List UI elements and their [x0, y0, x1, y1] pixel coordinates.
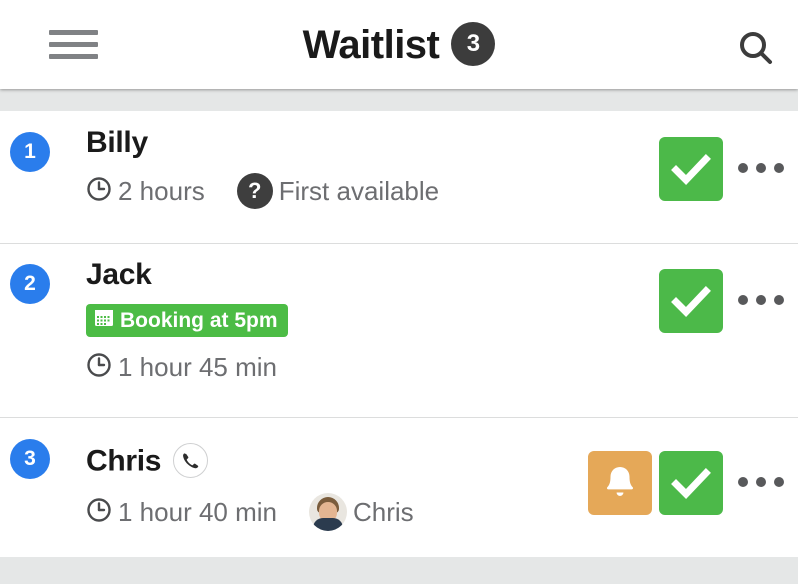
- phone-icon[interactable]: [173, 443, 209, 478]
- clock-icon: [86, 497, 112, 527]
- check-icon: [671, 468, 711, 500]
- rank-badge: 1: [10, 132, 50, 172]
- table-row[interactable]: 2 Jack Booking at 5pm 1 hour 45 min: [0, 244, 798, 418]
- guest-name: Billy: [86, 126, 148, 159]
- rank-badge: 3: [10, 439, 50, 479]
- question-mark-icon: ?: [236, 173, 273, 209]
- check-button[interactable]: [659, 137, 723, 201]
- booking-badge-text: Booking at 5pm: [120, 308, 278, 332]
- assignee-item: Chris: [308, 493, 414, 531]
- wait-time-text: 2 hours: [118, 176, 205, 206]
- phone-glyph: [183, 453, 199, 469]
- check-button[interactable]: [659, 451, 723, 515]
- check-icon: [671, 286, 711, 318]
- page-title: Waitlist: [302, 23, 440, 67]
- row-content: Billy 2 hours ? First available: [86, 128, 439, 209]
- dot: [738, 163, 748, 173]
- check-button[interactable]: [659, 269, 723, 333]
- guest-name: Chris: [86, 444, 162, 478]
- name-line: Billy: [86, 128, 439, 158]
- calendar-icon: [94, 307, 114, 331]
- table-row[interactable]: 3 Chris 1 hour 40 min Chris: [0, 418, 798, 557]
- clock-icon: [86, 352, 112, 382]
- dot: [774, 295, 784, 305]
- row-content: Jack Booking at 5pm 1 hour 45 min: [86, 260, 288, 382]
- waitlist-count-badge: 3: [451, 21, 496, 66]
- app-header: Waitlist 3: [0, 0, 798, 89]
- preference-text: First available: [278, 176, 440, 206]
- dot: [774, 477, 784, 487]
- more-options-icon[interactable]: [738, 163, 784, 173]
- clock-icon: [86, 176, 112, 206]
- footer-strip: [0, 557, 798, 584]
- search-glyph: [740, 32, 772, 64]
- bell-icon: [606, 467, 634, 496]
- booking-badge: Booking at 5pm: [86, 304, 288, 338]
- header-title-group: Waitlist 3: [0, 21, 798, 68]
- name-line: Chris: [86, 443, 414, 478]
- header-divider-strip: [0, 89, 798, 111]
- more-options-icon[interactable]: [738, 477, 784, 487]
- search-icon[interactable]: [734, 26, 778, 70]
- waitlist-app: Waitlist 3 1 Billy 2 hours ? First avail…: [0, 0, 798, 584]
- dot: [774, 163, 784, 173]
- more-options-icon[interactable]: [738, 295, 784, 305]
- preference-item: ? First available: [236, 173, 440, 209]
- avatar-body: [312, 518, 343, 531]
- dot: [738, 477, 748, 487]
- guest-name: Jack: [86, 258, 152, 291]
- meta-line: 2 hours ? First available: [86, 173, 439, 209]
- wait-time-item: 2 hours: [86, 176, 205, 206]
- check-icon: [671, 154, 711, 186]
- wait-time-item: 1 hour 45 min: [86, 352, 277, 382]
- table-row[interactable]: 1 Billy 2 hours ? First available: [0, 111, 798, 244]
- wait-time-text: 1 hour 40 min: [118, 497, 277, 527]
- assignee-name: Chris: [352, 497, 414, 527]
- row-content: Chris 1 hour 40 min Chris: [86, 443, 414, 531]
- meta-line: 1 hour 40 min Chris: [86, 493, 414, 531]
- waitlist-list: 1 Billy 2 hours ? First available 2 Jack…: [0, 111, 798, 557]
- wait-time-text: 1 hour 45 min: [118, 352, 277, 383]
- name-line: Jack: [86, 260, 288, 290]
- wait-time-item: 1 hour 40 min: [86, 497, 277, 527]
- dot: [756, 477, 766, 487]
- rank-badge: 2: [10, 264, 50, 304]
- avatar: [308, 493, 347, 531]
- dot: [738, 295, 748, 305]
- meta-line: 1 hour 45 min: [86, 352, 288, 382]
- notify-button[interactable]: [588, 451, 652, 515]
- dot: [756, 295, 766, 305]
- dot: [756, 163, 766, 173]
